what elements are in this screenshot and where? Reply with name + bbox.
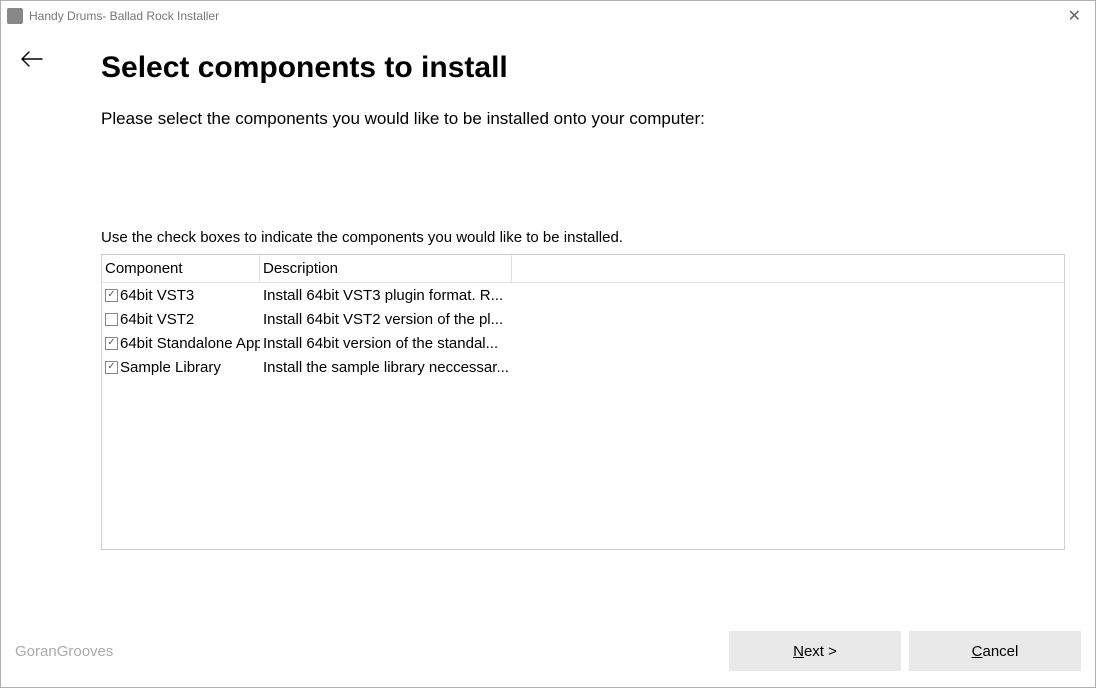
checkbox-vst3[interactable]: ✓: [105, 289, 118, 302]
content-area: Select components to install Please sele…: [1, 31, 1095, 687]
grid-header: Component Description: [102, 255, 1064, 283]
header-description[interactable]: Description: [260, 255, 512, 283]
component-name: 64bit VST3: [120, 287, 194, 304]
table-row[interactable]: ✓ Sample Library Install the sample libr…: [102, 355, 1064, 379]
brand-label: GoranGrooves: [15, 643, 113, 660]
installer-window: Handy Drums- Ballad Rock Installer ✕ Sel…: [0, 0, 1096, 688]
cancel-button[interactable]: Cancel: [909, 631, 1081, 671]
instructions-text: Use the check boxes to indicate the comp…: [101, 229, 1065, 246]
component-desc: Install 64bit version of the standal...: [260, 335, 512, 352]
table-row[interactable]: 64bit VST2 Install 64bit VST2 version of…: [102, 307, 1064, 331]
component-name: 64bit VST2: [120, 311, 194, 328]
titlebar: Handy Drums- Ballad Rock Installer ✕: [1, 1, 1095, 31]
page-heading: Select components to install: [101, 51, 1065, 85]
checkbox-standalone[interactable]: ✓: [105, 337, 118, 350]
close-icon[interactable]: ✕: [1060, 6, 1089, 26]
next-button[interactable]: Next >: [729, 631, 901, 671]
checkbox-samples[interactable]: ✓: [105, 361, 118, 374]
component-desc: Install 64bit VST2 version of the pl...: [260, 311, 512, 328]
back-button[interactable]: [21, 51, 43, 71]
component-desc: Install 64bit VST3 plugin format. R...: [260, 287, 512, 304]
components-grid: Component Description ✓ 64bit VST3 Insta…: [101, 254, 1065, 550]
component-desc: Install the sample library neccessar...: [260, 359, 512, 376]
checkbox-vst2[interactable]: [105, 313, 118, 326]
window-title: Handy Drums- Ballad Rock Installer: [29, 9, 1060, 23]
footer: GoranGrooves Next > Cancel: [15, 631, 1081, 671]
header-component[interactable]: Component: [102, 255, 260, 283]
table-row[interactable]: ✓ 64bit VST3 Install 64bit VST3 plugin f…: [102, 283, 1064, 307]
component-name: 64bit Standalone App: [120, 335, 260, 352]
main-panel: Select components to install Please sele…: [101, 51, 1065, 550]
arrow-left-icon: [21, 51, 43, 67]
app-icon: [7, 8, 23, 24]
page-subtitle: Please select the components you would l…: [101, 109, 1065, 129]
component-name: Sample Library: [120, 359, 221, 376]
header-spacer: [512, 255, 1064, 283]
table-row[interactable]: ✓ 64bit Standalone App Install 64bit ver…: [102, 331, 1064, 355]
